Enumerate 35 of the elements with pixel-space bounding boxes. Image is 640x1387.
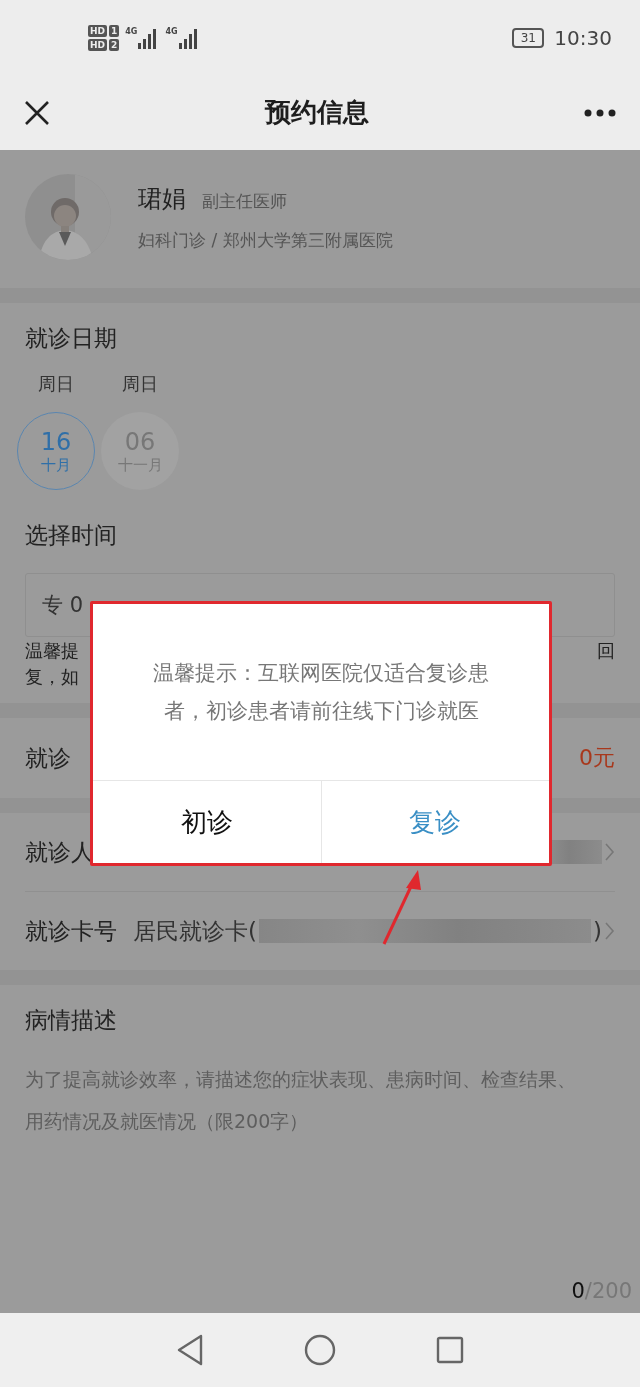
more-icon bbox=[584, 108, 616, 117]
weekday-label: 周日 bbox=[38, 372, 74, 396]
section-heading: 选择时间 bbox=[25, 521, 118, 550]
card-label: 就诊卡号 bbox=[25, 916, 117, 946]
chevron-icon bbox=[604, 921, 615, 941]
doctor-name: 珺娟 bbox=[138, 183, 186, 215]
description-field[interactable]: 为了提高就诊效率，请描述您的症状表现、患病时间、检查结果、用药情况及就医情况（限200字） bbox=[25, 1058, 615, 1279]
page-title: 预约信息 bbox=[265, 96, 369, 129]
tip-text: 回 bbox=[597, 639, 615, 663]
hd-badge: HD bbox=[88, 24, 107, 37]
doctor-title: 副主任医师 bbox=[202, 189, 287, 213]
back-icon bbox=[176, 1334, 204, 1366]
recents-icon bbox=[436, 1336, 464, 1364]
dialog-message: 温馨提示：互联网医院仅适合复诊患者，初诊患者请前往线下门诊就医 bbox=[152, 660, 490, 725]
network-label: 4G bbox=[125, 26, 138, 36]
network-label: 4G bbox=[165, 26, 178, 36]
sim-slot-badge: 1 bbox=[109, 24, 120, 37]
sim-slot-badge: 2 bbox=[109, 38, 120, 51]
clock-time: 10:30 bbox=[554, 25, 612, 50]
date-option[interactable]: 16 十月 bbox=[17, 412, 95, 490]
card-type-text: ) bbox=[593, 918, 602, 944]
chevron-icon bbox=[604, 842, 615, 862]
home-icon bbox=[304, 1334, 336, 1366]
signal-icon bbox=[177, 26, 200, 49]
section-heading: 就诊日期 bbox=[25, 324, 118, 353]
tip-text: 温馨提 bbox=[25, 639, 79, 663]
fee-label: 就诊 bbox=[25, 743, 71, 773]
hd-badge: HD bbox=[88, 38, 107, 51]
tip-text: 复，如 bbox=[25, 665, 79, 689]
close-icon bbox=[24, 99, 50, 126]
section-heading: 病情描述 bbox=[25, 1006, 118, 1035]
card-type-text: 居民就诊卡( bbox=[133, 916, 257, 946]
weekday-label: 周日 bbox=[122, 372, 158, 396]
fee-amount: 0元 bbox=[579, 744, 615, 772]
battery-icon: 31 bbox=[512, 27, 545, 48]
